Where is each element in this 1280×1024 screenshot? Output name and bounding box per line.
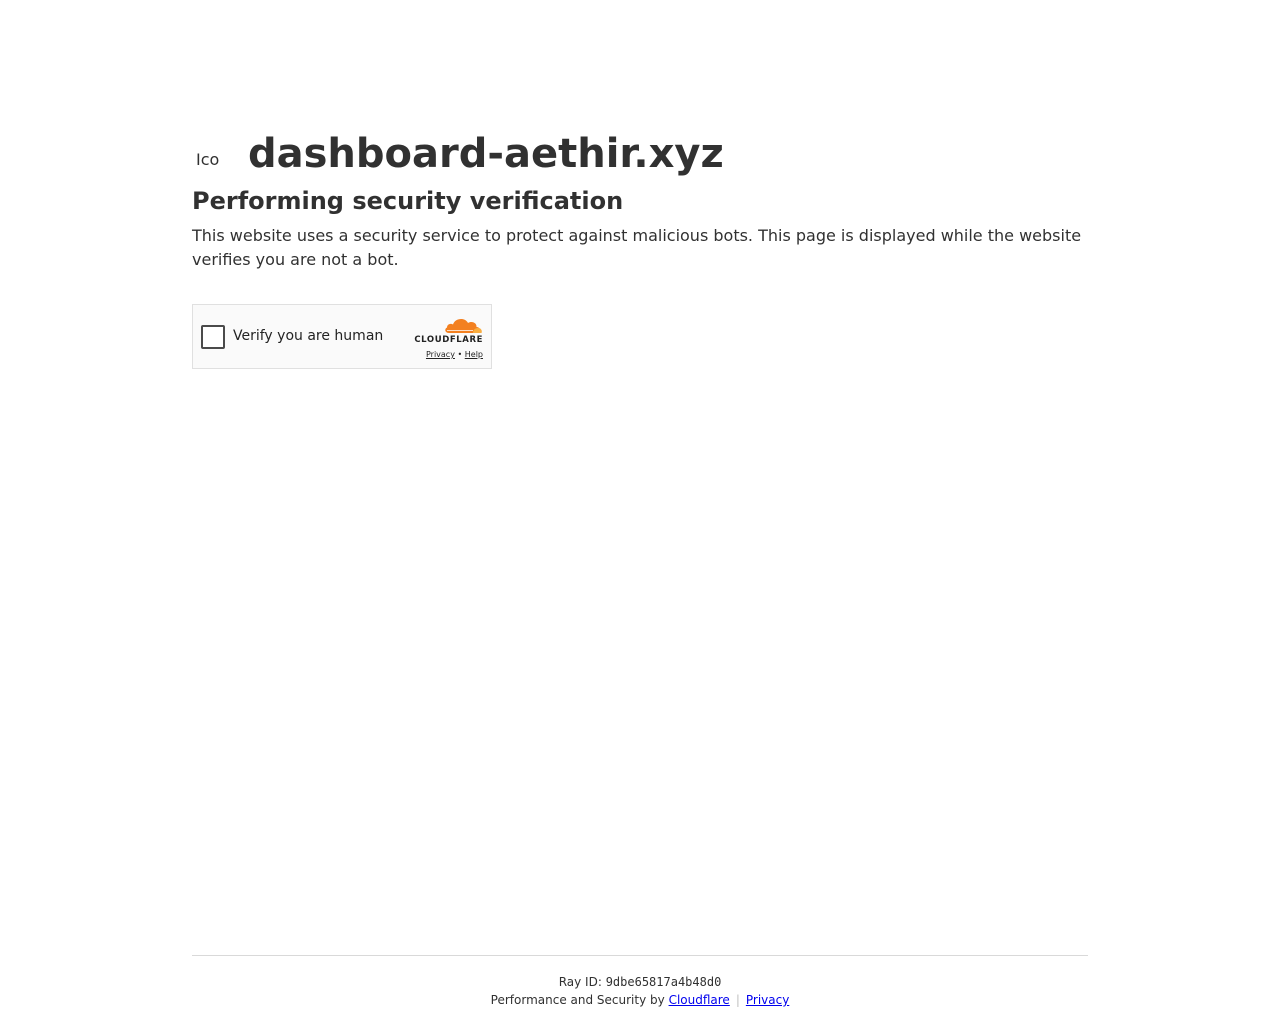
widget-privacy-link[interactable]: Privacy: [426, 350, 455, 359]
cloudflare-link[interactable]: Cloudflare: [669, 993, 730, 1007]
footer-separator: |: [735, 993, 740, 1007]
page-description: This website uses a security service to …: [192, 226, 1082, 269]
footer: Ray ID: 9dbe65817a4b48d0 Performance and…: [192, 955, 1088, 1009]
site-header: Icon for dashboard-aethir.xyz dashboard-…: [192, 128, 1088, 180]
widget-help-link[interactable]: Help: [465, 350, 483, 359]
widget-links: Privacy • Help: [403, 349, 483, 361]
ray-id-row: Ray ID: 9dbe65817a4b48d0: [192, 973, 1088, 991]
challenge-page: Icon for dashboard-aethir.xyz dashboard-…: [0, 0, 1280, 1024]
widget-link-bullet: •: [457, 350, 463, 359]
cloudflare-cloud-icon: [445, 319, 482, 333]
main-content: Icon for dashboard-aethir.xyz dashboard-…: [192, 128, 1088, 369]
cloudflare-wordmark: CLOUDFLARE: [414, 335, 483, 345]
ray-id-value: 9dbe65817a4b48d0: [605, 975, 722, 989]
page-title: Performing security verification: [192, 187, 624, 215]
performance-text: Performance and Security by: [490, 993, 665, 1007]
verify-label[interactable]: Verify you are human: [233, 327, 383, 345]
cloudflare-brand: CLOUDFLARE Privacy • Help: [403, 315, 483, 361]
favicon-alt-text: Icon for dashboard-aethir.xyz: [196, 150, 220, 168]
site-favicon-icon: Icon for dashboard-aethir.xyz: [192, 138, 224, 170]
ray-id-label: Ray ID:: [558, 975, 602, 989]
turnstile-widget: Verify you are human CLOUDFLARE Privacy …: [192, 304, 492, 369]
verify-checkbox[interactable]: [201, 325, 225, 349]
site-name: dashboard-aethir.xyz: [248, 131, 724, 177]
performance-row: Performance and Security by Cloudflare | P…: [192, 991, 1088, 1009]
footer-privacy-link[interactable]: Privacy: [746, 993, 789, 1007]
